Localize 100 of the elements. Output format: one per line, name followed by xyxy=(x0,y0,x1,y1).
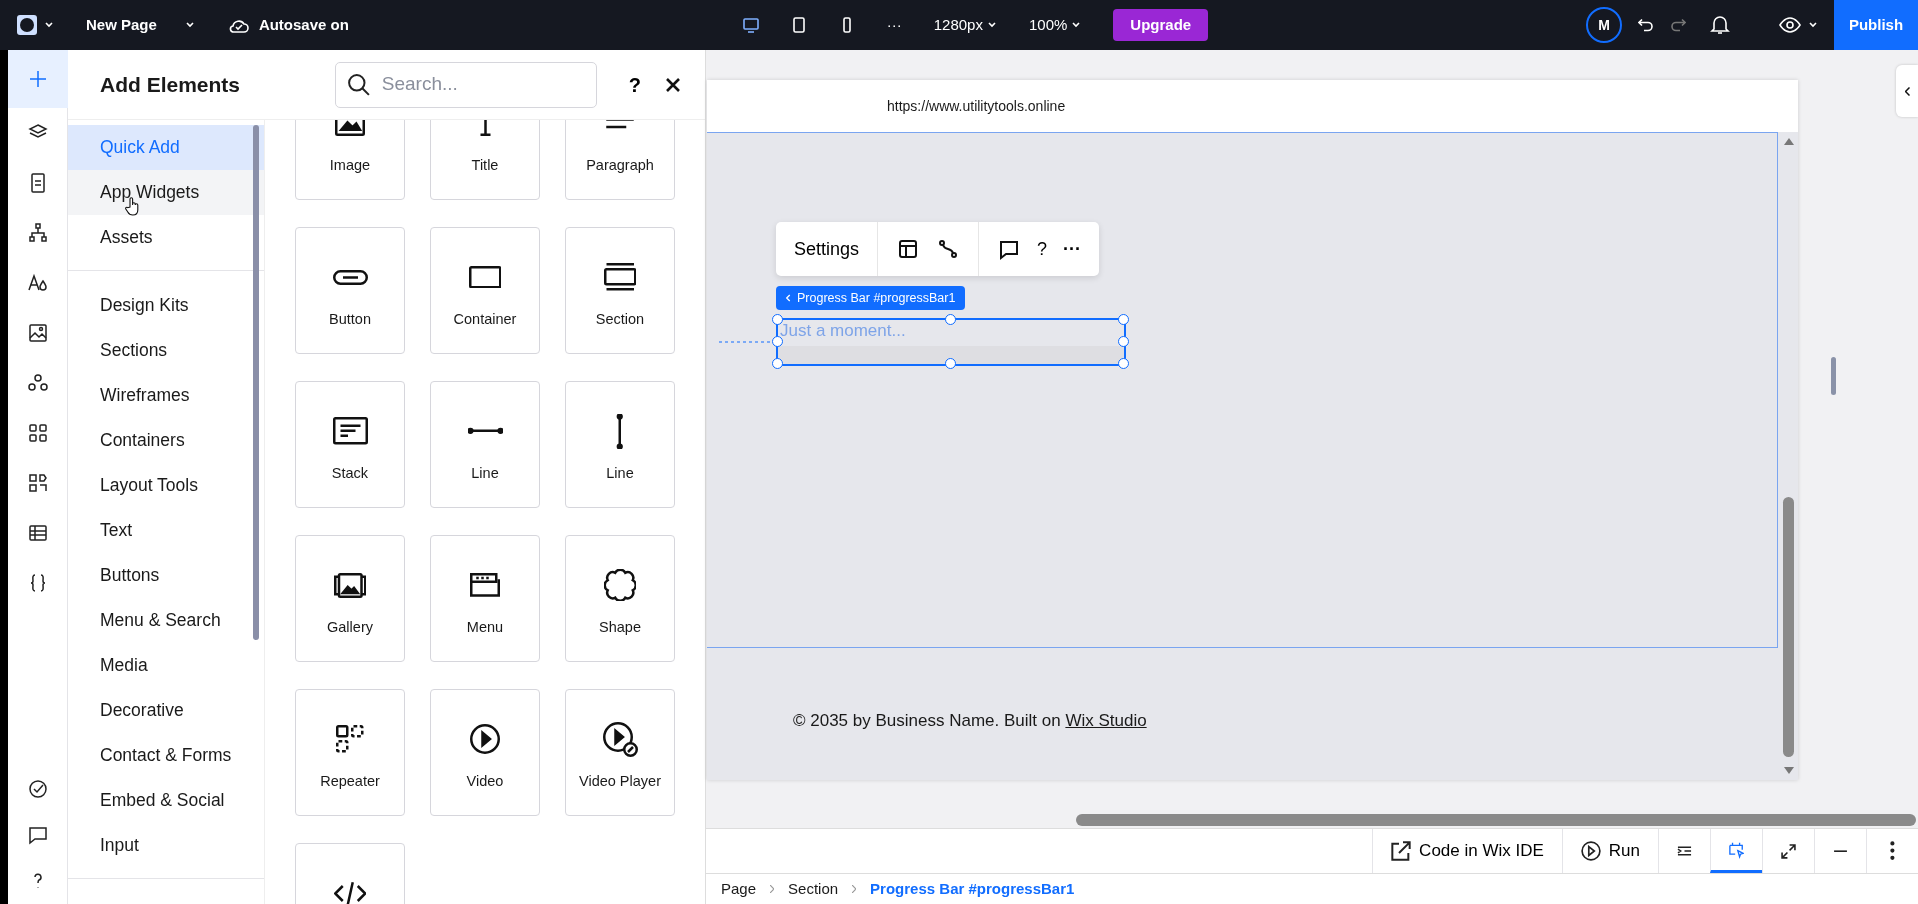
width-dropdown[interactable]: 1280px xyxy=(925,9,1005,41)
resize-handle[interactable] xyxy=(1117,335,1129,347)
element-tile[interactable]: Menu xyxy=(430,535,540,662)
footer-link[interactable]: Wix Studio xyxy=(1065,711,1147,730)
category-item[interactable]: Sections xyxy=(68,328,264,373)
minus-icon xyxy=(1833,849,1848,853)
publish-button[interactable]: Publish xyxy=(1834,0,1918,50)
element-tile[interactable]: Container xyxy=(430,227,540,354)
category-item[interactable]: Contact & Forms xyxy=(68,733,264,778)
resize-handle[interactable] xyxy=(771,335,783,347)
caret-icon xyxy=(184,22,195,28)
page-menu[interactable]: New Page xyxy=(78,9,203,41)
scrollbar[interactable] xyxy=(1783,497,1794,757)
category-item[interactable]: Quick Add xyxy=(68,125,264,170)
repeater-icon xyxy=(336,725,364,753)
scroll-handle[interactable] xyxy=(1831,357,1836,395)
redo-icon[interactable] xyxy=(1670,18,1686,32)
caret-icon[interactable] xyxy=(44,22,54,28)
element-tile[interactable]: Image xyxy=(295,120,405,200)
bell-icon[interactable] xyxy=(1710,15,1730,35)
zoom-dropdown[interactable]: 100% xyxy=(1020,9,1090,41)
resize-handle[interactable] xyxy=(1117,313,1129,325)
more-button[interactable]: ··· xyxy=(878,9,910,41)
category-item[interactable]: App Widgets xyxy=(68,170,264,215)
scroll-down-icon[interactable] xyxy=(1784,767,1794,774)
code-icon xyxy=(333,880,367,904)
help-button[interactable]: ? xyxy=(1029,229,1056,269)
button-icon xyxy=(332,269,368,285)
code-ide-button[interactable]: Code in Wix IDE xyxy=(1372,829,1562,873)
resize-handle[interactable] xyxy=(944,313,956,325)
resize-handle[interactable] xyxy=(1117,357,1129,369)
help-button[interactable]: ? xyxy=(620,63,649,106)
category-item[interactable]: Containers xyxy=(68,418,264,463)
breadcrumb-item[interactable]: Progress Bar #progressBar1 xyxy=(870,877,1075,901)
chevron-icon xyxy=(786,294,791,302)
resize-handle[interactable] xyxy=(771,357,783,369)
category-item[interactable]: Decorative xyxy=(68,688,264,733)
element-tile[interactable]: Line xyxy=(565,381,675,508)
search-bar[interactable]: Search... xyxy=(334,61,597,108)
settings-button[interactable]: Settings xyxy=(786,229,868,269)
element-tile[interactable]: Shape xyxy=(565,535,675,662)
search-icon xyxy=(347,73,370,96)
element-tile[interactable]: Button xyxy=(295,227,405,354)
resize-handle[interactable] xyxy=(944,357,956,369)
play-link-icon xyxy=(602,721,638,757)
rectangle-icon xyxy=(468,265,502,289)
text-lines-icon xyxy=(605,120,635,130)
category-item[interactable]: Design Kits xyxy=(68,283,264,328)
play-icon xyxy=(1580,841,1601,861)
category-item[interactable]: Assets xyxy=(68,215,264,260)
external-link-icon xyxy=(1391,841,1412,861)
resize-handle[interactable] xyxy=(771,313,783,325)
breadcrumb-item[interactable]: Page xyxy=(721,877,757,901)
category-item[interactable]: Text xyxy=(68,508,264,553)
play-icon xyxy=(470,724,500,754)
check-circle-icon xyxy=(26,777,50,801)
scrollbar[interactable] xyxy=(253,125,259,640)
scroll-up-icon[interactable] xyxy=(1784,138,1794,145)
chevron-icon xyxy=(852,885,857,893)
collapse-button[interactable] xyxy=(1896,65,1918,117)
avatar[interactable]: M xyxy=(1586,7,1622,43)
element-tile[interactable]: Section xyxy=(565,227,675,354)
more-vertical-icon xyxy=(1890,841,1895,861)
scrollbar[interactable] xyxy=(1076,814,1916,826)
category-item[interactable]: Media xyxy=(68,643,264,688)
upgrade-button[interactable]: Upgrade xyxy=(1113,8,1209,42)
logo-icon[interactable] xyxy=(16,14,38,36)
vertical-line-icon xyxy=(616,413,624,449)
element-tile[interactable]: Video Player xyxy=(565,689,675,816)
category-item[interactable]: Input xyxy=(68,823,264,868)
run-button[interactable]: Run xyxy=(1561,829,1658,873)
category-item[interactable]: Layout Tools xyxy=(68,463,264,508)
breadcrumb-item[interactable]: Section xyxy=(788,877,839,901)
element-tile[interactable]: Line xyxy=(430,381,540,508)
element-tile[interactable]: Video xyxy=(430,689,540,816)
indent-icon xyxy=(1677,845,1692,857)
element-tag[interactable]: Progress Bar #progressBar1 xyxy=(776,286,966,310)
element-tile[interactable]: Title xyxy=(430,120,540,200)
element-tile[interactable]: Paragraph xyxy=(565,120,675,200)
more-button[interactable]: ··· xyxy=(1055,229,1090,269)
gallery-icon xyxy=(333,572,367,598)
category-item[interactable]: Menu & Search xyxy=(68,598,264,643)
desktop-icon xyxy=(740,15,761,35)
caret-icon xyxy=(986,22,997,28)
caret-icon[interactable] xyxy=(1808,22,1818,28)
category-item[interactable]: Buttons xyxy=(68,553,264,598)
undo-icon[interactable] xyxy=(1638,18,1654,32)
element-tile[interactable]: Stack xyxy=(295,381,405,508)
category-item[interactable]: Embed & Social xyxy=(68,778,264,823)
horizontal-line-icon xyxy=(467,427,503,435)
blocks-icon xyxy=(26,471,50,495)
flower-shape-icon xyxy=(603,568,637,602)
autosave-status: Autosave on xyxy=(258,14,349,35)
element-tile[interactable]: Gallery xyxy=(295,535,405,662)
category-item[interactable]: Wireframes xyxy=(68,373,264,418)
element-tile[interactable]: Repeater xyxy=(295,689,405,816)
expand-icon xyxy=(1781,842,1796,860)
grid-icon xyxy=(26,421,50,445)
eye-icon[interactable] xyxy=(1778,17,1802,33)
close-icon[interactable] xyxy=(665,76,681,93)
